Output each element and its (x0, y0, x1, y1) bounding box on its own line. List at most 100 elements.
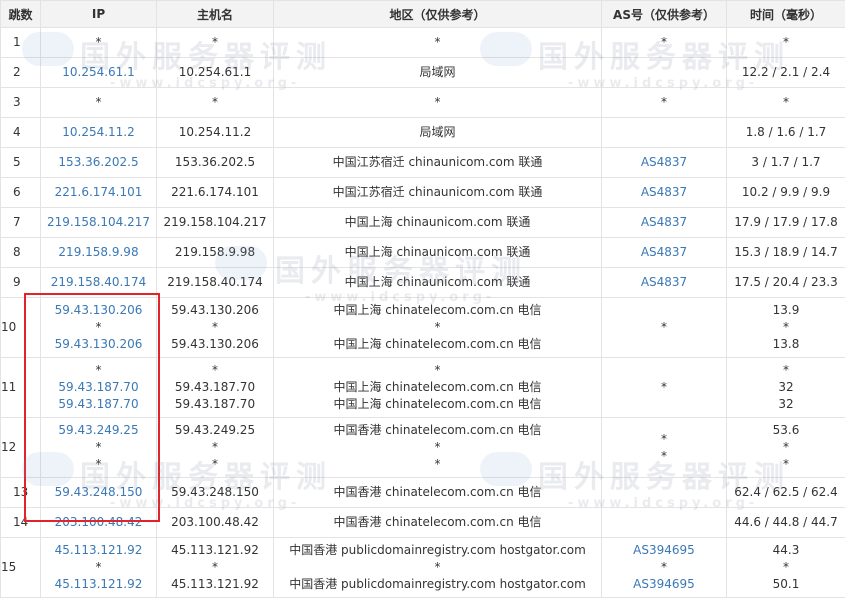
region-text: 中国上海 chinaunicom.com 联通 (344, 275, 531, 289)
ip-link[interactable]: 203.100.48.42 (41, 514, 156, 531)
ip-link[interactable]: 59.43.187.70 (41, 396, 156, 413)
cell-time: 1.8 / 1.6 / 1.7 (726, 117, 845, 148)
as-number-link[interactable]: AS4837 (602, 184, 726, 201)
region-text: 中国江苏宿迁 chinaunicom.com 联通 (332, 155, 543, 169)
as-number-text: * (661, 431, 667, 446)
hostname-text: 221.6.174.101 (171, 185, 259, 199)
table-row: 12 59.43.249.25 * * 59.43.249.25 * * 中国香港 china… (0, 417, 845, 478)
cell-region: * 中国上海 chinatelecom.com.cn 电信 中国上海 chinate… (273, 357, 602, 418)
header-ip: IP (40, 0, 157, 28)
table-row: 1 * * * * * (0, 27, 845, 58)
table-header: 跳数 IP 主机名 地区（仅供参考） AS号（仅供参考） 时间（毫秒） (0, 0, 845, 28)
cell-region: 中国上海 chinaunicom.com 联通 (273, 207, 602, 238)
hop-number: 8 (0, 237, 41, 268)
as-number-link[interactable]: AS394695 (602, 576, 726, 593)
cell-as-number: * * (601, 417, 727, 478)
ip-link[interactable]: 59.43.249.25 (41, 422, 156, 439)
time-text: 17.9 / 17.9 / 17.8 (734, 215, 838, 229)
hostname-text: * (212, 95, 218, 109)
time-text: 1.8 / 1.6 / 1.7 (745, 125, 827, 139)
ip-link[interactable]: 10.254.61.1 (41, 64, 156, 81)
cell-time: 62.4 / 62.5 / 62.4 (726, 477, 845, 508)
cell-time: 3 / 1.7 / 1.7 (726, 147, 845, 178)
ip-text: * (95, 363, 102, 377)
time-text: 10.2 / 9.9 / 9.9 (741, 185, 831, 199)
ip-text: * (95, 35, 102, 49)
region-text: * (434, 363, 441, 377)
as-number-link[interactable]: AS4837 (602, 214, 726, 231)
cell-hostname: * (156, 27, 274, 58)
ip-text: * (95, 95, 102, 109)
hop-number: 4 (0, 117, 41, 148)
cell-as-number: AS394695 * AS394695 (601, 537, 727, 598)
region-text: 中国香港 publicdomainregistry.com hostgator.… (289, 577, 586, 591)
ip-link[interactable]: 219.158.104.217 (41, 214, 156, 231)
hostname-text: 219.158.40.174 (167, 275, 263, 289)
cell-region: 中国香港 chinatelecom.com.cn 电信 * * (273, 417, 602, 478)
time-text: 44.3 (772, 543, 800, 557)
table-row: 3 * * * * * (0, 87, 845, 118)
ip-link[interactable]: 59.43.187.70 (41, 379, 156, 396)
ip-link[interactable]: 153.36.202.5 (41, 154, 156, 171)
as-number-link[interactable]: AS4837 (602, 154, 726, 171)
cell-region: 中国上海 chinatelecom.com.cn 电信 * 中国上海 chinate… (273, 297, 602, 358)
ip-link[interactable]: 219.158.9.98 (41, 244, 156, 261)
cell-region: 局域网 (273, 117, 602, 148)
ip-link[interactable]: 45.113.121.92 (41, 542, 156, 559)
ip-link[interactable]: 219.158.40.174 (41, 274, 156, 291)
hop-number: 2 (0, 57, 41, 88)
hostname-text: 59.43.187.70 (174, 397, 256, 411)
as-number-link[interactable]: AS394695 (602, 542, 726, 559)
time-text: 32 (778, 397, 794, 411)
hostname-text: 219.158.104.217 (163, 215, 267, 229)
cell-ip: 59.43.130.206 * 59.43.130.206 (40, 297, 157, 358)
region-text: 局域网 (419, 125, 456, 139)
table-row: 9 219.158.40.174 219.158.40.174 中国上海 chinau… (0, 267, 845, 298)
cell-time: 10.2 / 9.9 / 9.9 (726, 177, 845, 208)
cell-as-number (601, 57, 727, 88)
hop-number: 7 (0, 207, 41, 238)
region-text: 中国上海 chinatelecom.com.cn 电信 (333, 303, 542, 317)
cell-time: 44.3 * 50.1 (726, 537, 845, 598)
table-row: 8 219.158.9.98 219.158.9.98 中国上海 chinaunico… (0, 237, 845, 268)
as-number-link[interactable]: AS4837 (602, 244, 726, 261)
cell-ip: 59.43.249.25 * * (40, 417, 157, 478)
header-hop: 跳数 (0, 0, 41, 28)
cell-hostname: * (156, 87, 274, 118)
ip-link[interactable]: 45.113.121.92 (41, 576, 156, 593)
hostname-text: 10.254.11.2 (178, 125, 252, 139)
ip-link[interactable]: 59.43.248.150 (41, 484, 156, 501)
cell-time: 13.9 * 13.8 (726, 297, 845, 358)
hop-number: 5 (0, 147, 41, 178)
cell-hostname: 153.36.202.5 (156, 147, 274, 178)
ip-link[interactable]: 59.43.130.206 (41, 336, 156, 353)
cell-region: 局域网 (273, 57, 602, 88)
hostname-text: * (212, 560, 218, 574)
hostname-text: 59.43.187.70 (174, 380, 256, 394)
cell-hostname: 219.158.104.217 (156, 207, 274, 238)
region-text: 中国上海 chinatelecom.com.cn 电信 (333, 380, 542, 394)
table-row: 4 10.254.11.2 10.254.11.2 局域网 1.8 / 1.6 / 1.… (0, 117, 845, 148)
ip-link[interactable]: 59.43.130.206 (41, 302, 156, 319)
hostname-text: * (212, 363, 218, 377)
ip-text: * (95, 560, 102, 574)
ip-link[interactable]: 221.6.174.101 (41, 184, 156, 201)
hostname-text: 10.254.61.1 (178, 65, 252, 79)
region-text: * (434, 457, 441, 471)
hostname-text: * (212, 440, 218, 454)
cell-ip: 153.36.202.5 (40, 147, 157, 178)
hop-number: 6 (0, 177, 41, 208)
header-as-number: AS号（仅供参考） (601, 0, 727, 28)
table-row: 7 219.158.104.217 219.158.104.217 中国上海 chin… (0, 207, 845, 238)
cell-hostname: 59.43.249.25 * * (156, 417, 274, 478)
cell-time: * (726, 27, 845, 58)
as-number-text: * (661, 560, 667, 574)
region-text: 中国上海 chinaunicom.com 联通 (344, 215, 531, 229)
cell-ip: * (40, 87, 157, 118)
time-text: 13.9 (772, 303, 800, 317)
ip-link[interactable]: 10.254.11.2 (41, 124, 156, 141)
as-number-link[interactable]: AS4837 (602, 274, 726, 291)
hop-number: 9 (0, 267, 41, 298)
time-text: * (783, 320, 789, 334)
time-text: * (783, 35, 789, 49)
